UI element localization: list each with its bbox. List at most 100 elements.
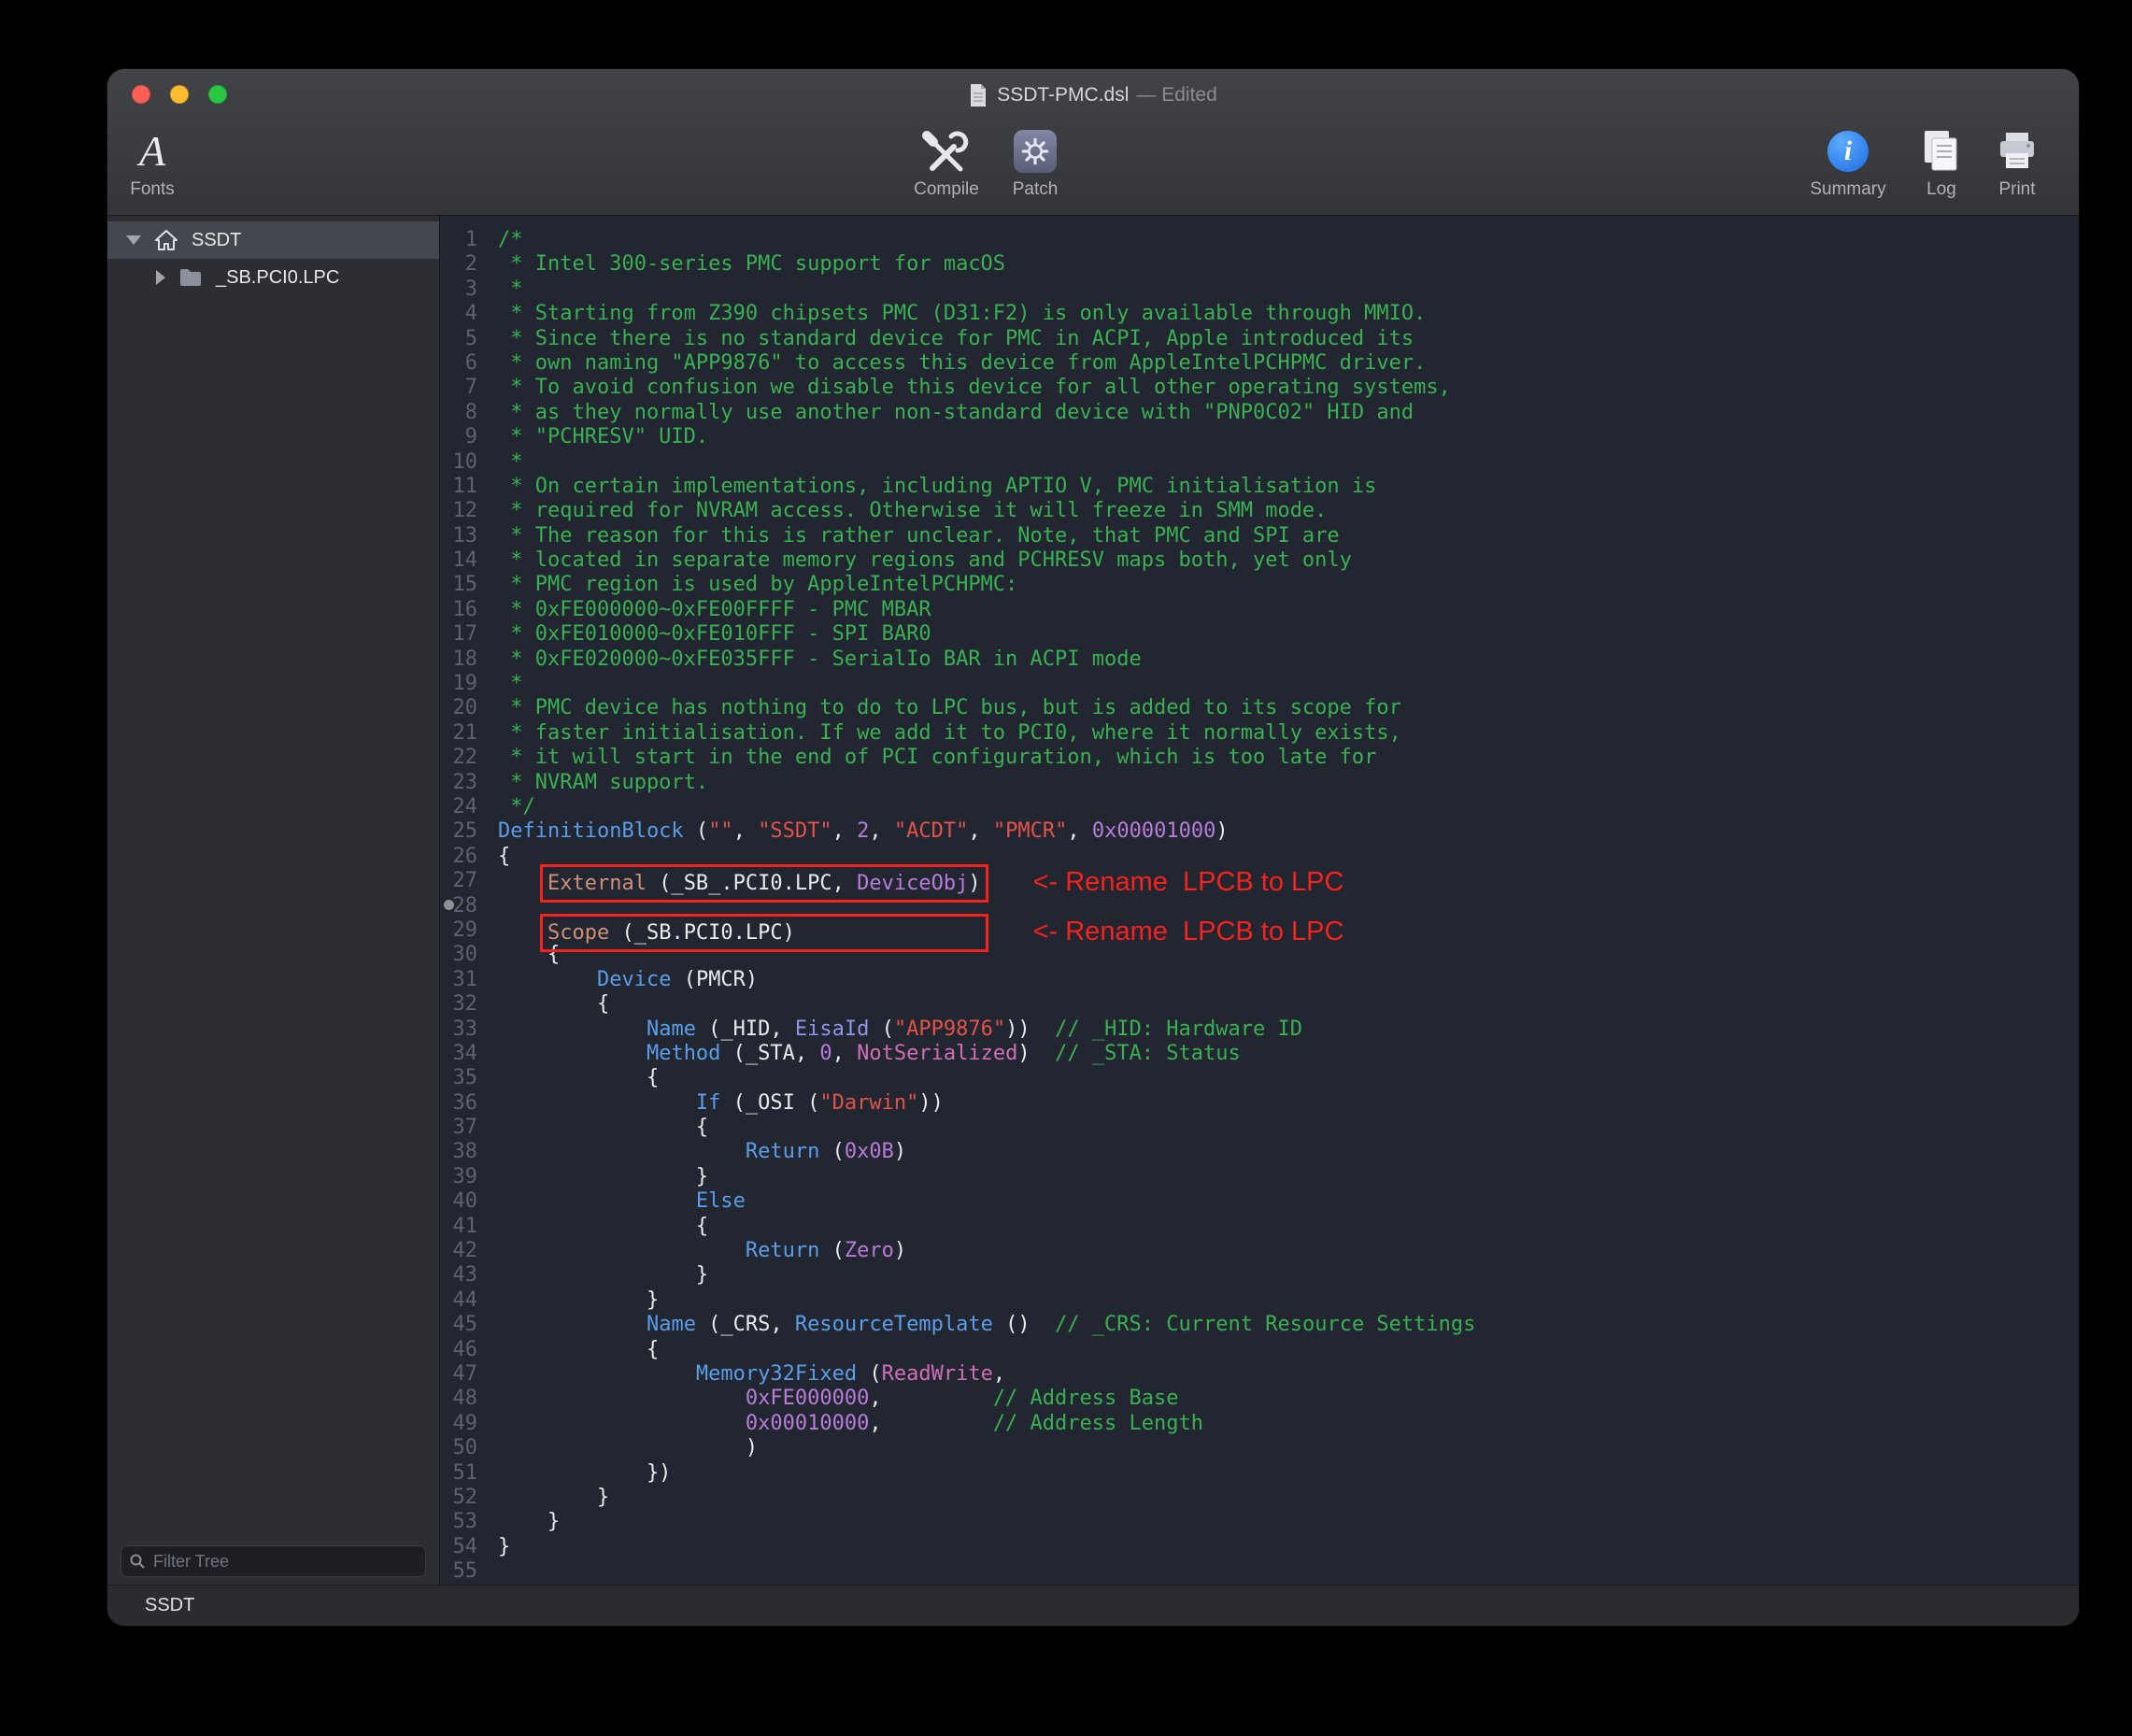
code-token: * as they normally use another non-stand…	[498, 401, 1414, 424]
code-line-18: * 0xFE020000~0xFE035FFF - SerialIo BAR i…	[498, 647, 2079, 672]
code-token: Name	[647, 1313, 696, 1336]
line-number: 22	[440, 746, 477, 770]
line-number: 45	[440, 1313, 477, 1337]
code-token: )	[498, 1436, 758, 1459]
code-token: If	[696, 1091, 721, 1115]
code-token: Return	[746, 1140, 819, 1163]
maciasl-window: SSDT-PMC.dsl — Edited A Fonts Co	[107, 69, 2079, 1626]
code-token	[498, 1189, 696, 1213]
code-token: )	[968, 872, 980, 895]
line-number: 4	[440, 302, 477, 326]
code-line-10: *	[498, 450, 2079, 475]
code-token: * To avoid confusion we disable this dev…	[498, 376, 1451, 399]
line-number: 37	[440, 1116, 477, 1140]
line-number: 8	[440, 401, 477, 425]
line-number: 53	[440, 1510, 477, 1534]
code-line-19: *	[498, 672, 2079, 696]
filter-tree-input[interactable]	[151, 1551, 418, 1572]
code-token: 0xFE000000	[746, 1387, 869, 1410]
disclosure-triangle-expanded-icon[interactable]	[126, 235, 141, 245]
code-line-6: * own naming "APP9876" to access this de…	[498, 351, 2079, 376]
code-line-41: {	[498, 1215, 2079, 1239]
code-token: // _CRS: Current Resource Settings	[1055, 1313, 1475, 1336]
code-token: *	[498, 672, 523, 695]
code-line-22: * it will start in the end of PCI config…	[498, 746, 2079, 770]
code-token: }	[498, 1535, 510, 1558]
code-token: ,	[1067, 819, 1092, 843]
code-token: 0x00001000	[1092, 819, 1215, 843]
code-token: ""	[708, 819, 733, 843]
code-line-27: External (_SB_.PCI0.LPC, DeviceObj)<- Re…	[498, 869, 2079, 893]
fonts-button[interactable]: A Fonts	[107, 125, 204, 200]
code-token	[498, 1042, 647, 1065]
code-token: Name	[647, 1017, 696, 1041]
summary-button[interactable]: i Summary	[1797, 125, 1899, 200]
code-token: {	[498, 1215, 708, 1238]
gutter-marker-dot	[444, 900, 454, 910]
code-token: (_OSI (	[720, 1091, 819, 1115]
code-token: External	[547, 872, 647, 895]
code-token: ,	[869, 1412, 992, 1435]
code-line-48: 0xFE000000, // Address Base	[498, 1387, 2079, 1411]
code-token: // Address Length	[993, 1412, 1203, 1435]
code-token: ))	[918, 1091, 944, 1115]
line-number: 27	[440, 869, 477, 893]
line-number: 11	[440, 475, 477, 499]
code-line-45: Name (_CRS, ResourceTemplate () // _CRS:…	[498, 1313, 2079, 1337]
window-title: SSDT-PMC.dsl — Edited	[107, 83, 2079, 107]
code-token: {	[498, 1338, 659, 1361]
print-button[interactable]: Print	[1966, 125, 2068, 200]
line-number: 5	[440, 327, 477, 351]
patch-button[interactable]: Patch	[984, 125, 1087, 200]
code-token: *	[498, 277, 523, 301]
code-line-38: Return (0x0B)	[498, 1140, 2079, 1164]
code-line-11: * On certain implementations, including …	[498, 475, 2079, 499]
code-token: })	[498, 1461, 671, 1485]
code-token: Device	[597, 968, 671, 991]
disclosure-triangle-collapsed-icon[interactable]	[156, 270, 165, 285]
line-number: 25	[440, 819, 477, 844]
line-number: 48	[440, 1387, 477, 1411]
code-token: Memory32Fixed	[696, 1362, 857, 1386]
code-line-26: {	[498, 845, 2079, 869]
code-line-34: Method (_STA, 0, NotSerialized) // _STA:…	[498, 1042, 2079, 1066]
code-token: (_SB_.PCI0.LPC,	[647, 872, 857, 895]
code-token: Zero	[845, 1239, 894, 1262]
code-token: ,	[869, 1387, 992, 1410]
line-number: 42	[440, 1239, 477, 1263]
sidebar-item-sb-pci0-lpc[interactable]: _SB.PCI0.LPC	[107, 259, 439, 296]
line-number: 10	[440, 450, 477, 475]
code-line-21: * faster initialisation. If we add it to…	[498, 721, 2079, 746]
code-token: /*	[498, 228, 523, 251]
compile-button[interactable]: Compile	[895, 125, 998, 200]
code-line-55	[498, 1559, 2079, 1584]
code-token	[498, 1362, 696, 1386]
code-token	[498, 1017, 647, 1041]
line-number: 32	[440, 992, 477, 1017]
window-header: SSDT-PMC.dsl — Edited A Fonts Co	[107, 69, 2079, 216]
sidebar-item-label: SSDT	[192, 230, 241, 251]
code-line-40: Else	[498, 1189, 2079, 1214]
status-bar-text: SSDT	[145, 1595, 194, 1616]
code-line-43: }	[498, 1263, 2079, 1288]
filter-tree-field[interactable]	[121, 1545, 426, 1577]
code-token: Return	[746, 1239, 819, 1262]
code-token: DefinitionBlock	[498, 819, 684, 843]
rename-highlight-box: Scope (_SB.PCI0.LPC)	[547, 921, 981, 945]
log-label: Log	[1926, 179, 1956, 200]
line-number: 30	[440, 943, 477, 967]
code-line-17: * 0xFE010000~0xFE010FFF - SPI BAR0	[498, 622, 2079, 647]
line-number: 14	[440, 548, 477, 573]
line-number: 3	[440, 277, 477, 302]
sidebar-item-ssdt[interactable]: SSDT	[107, 221, 439, 259]
code-token: (_HID,	[696, 1017, 795, 1041]
code-line-32: {	[498, 992, 2079, 1017]
code-token: (	[869, 1017, 894, 1041]
code-token: ReadWrite	[882, 1362, 993, 1386]
code-token: * NVRAM support.	[498, 771, 708, 794]
line-number: 40	[440, 1189, 477, 1214]
line-number: 52	[440, 1486, 477, 1510]
code-token: * Intel 300-series PMC support for macOS	[498, 252, 1005, 276]
code-editor[interactable]: 1234567891011121314151617181920212223242…	[440, 216, 2079, 1585]
code-token: */	[498, 795, 535, 818]
